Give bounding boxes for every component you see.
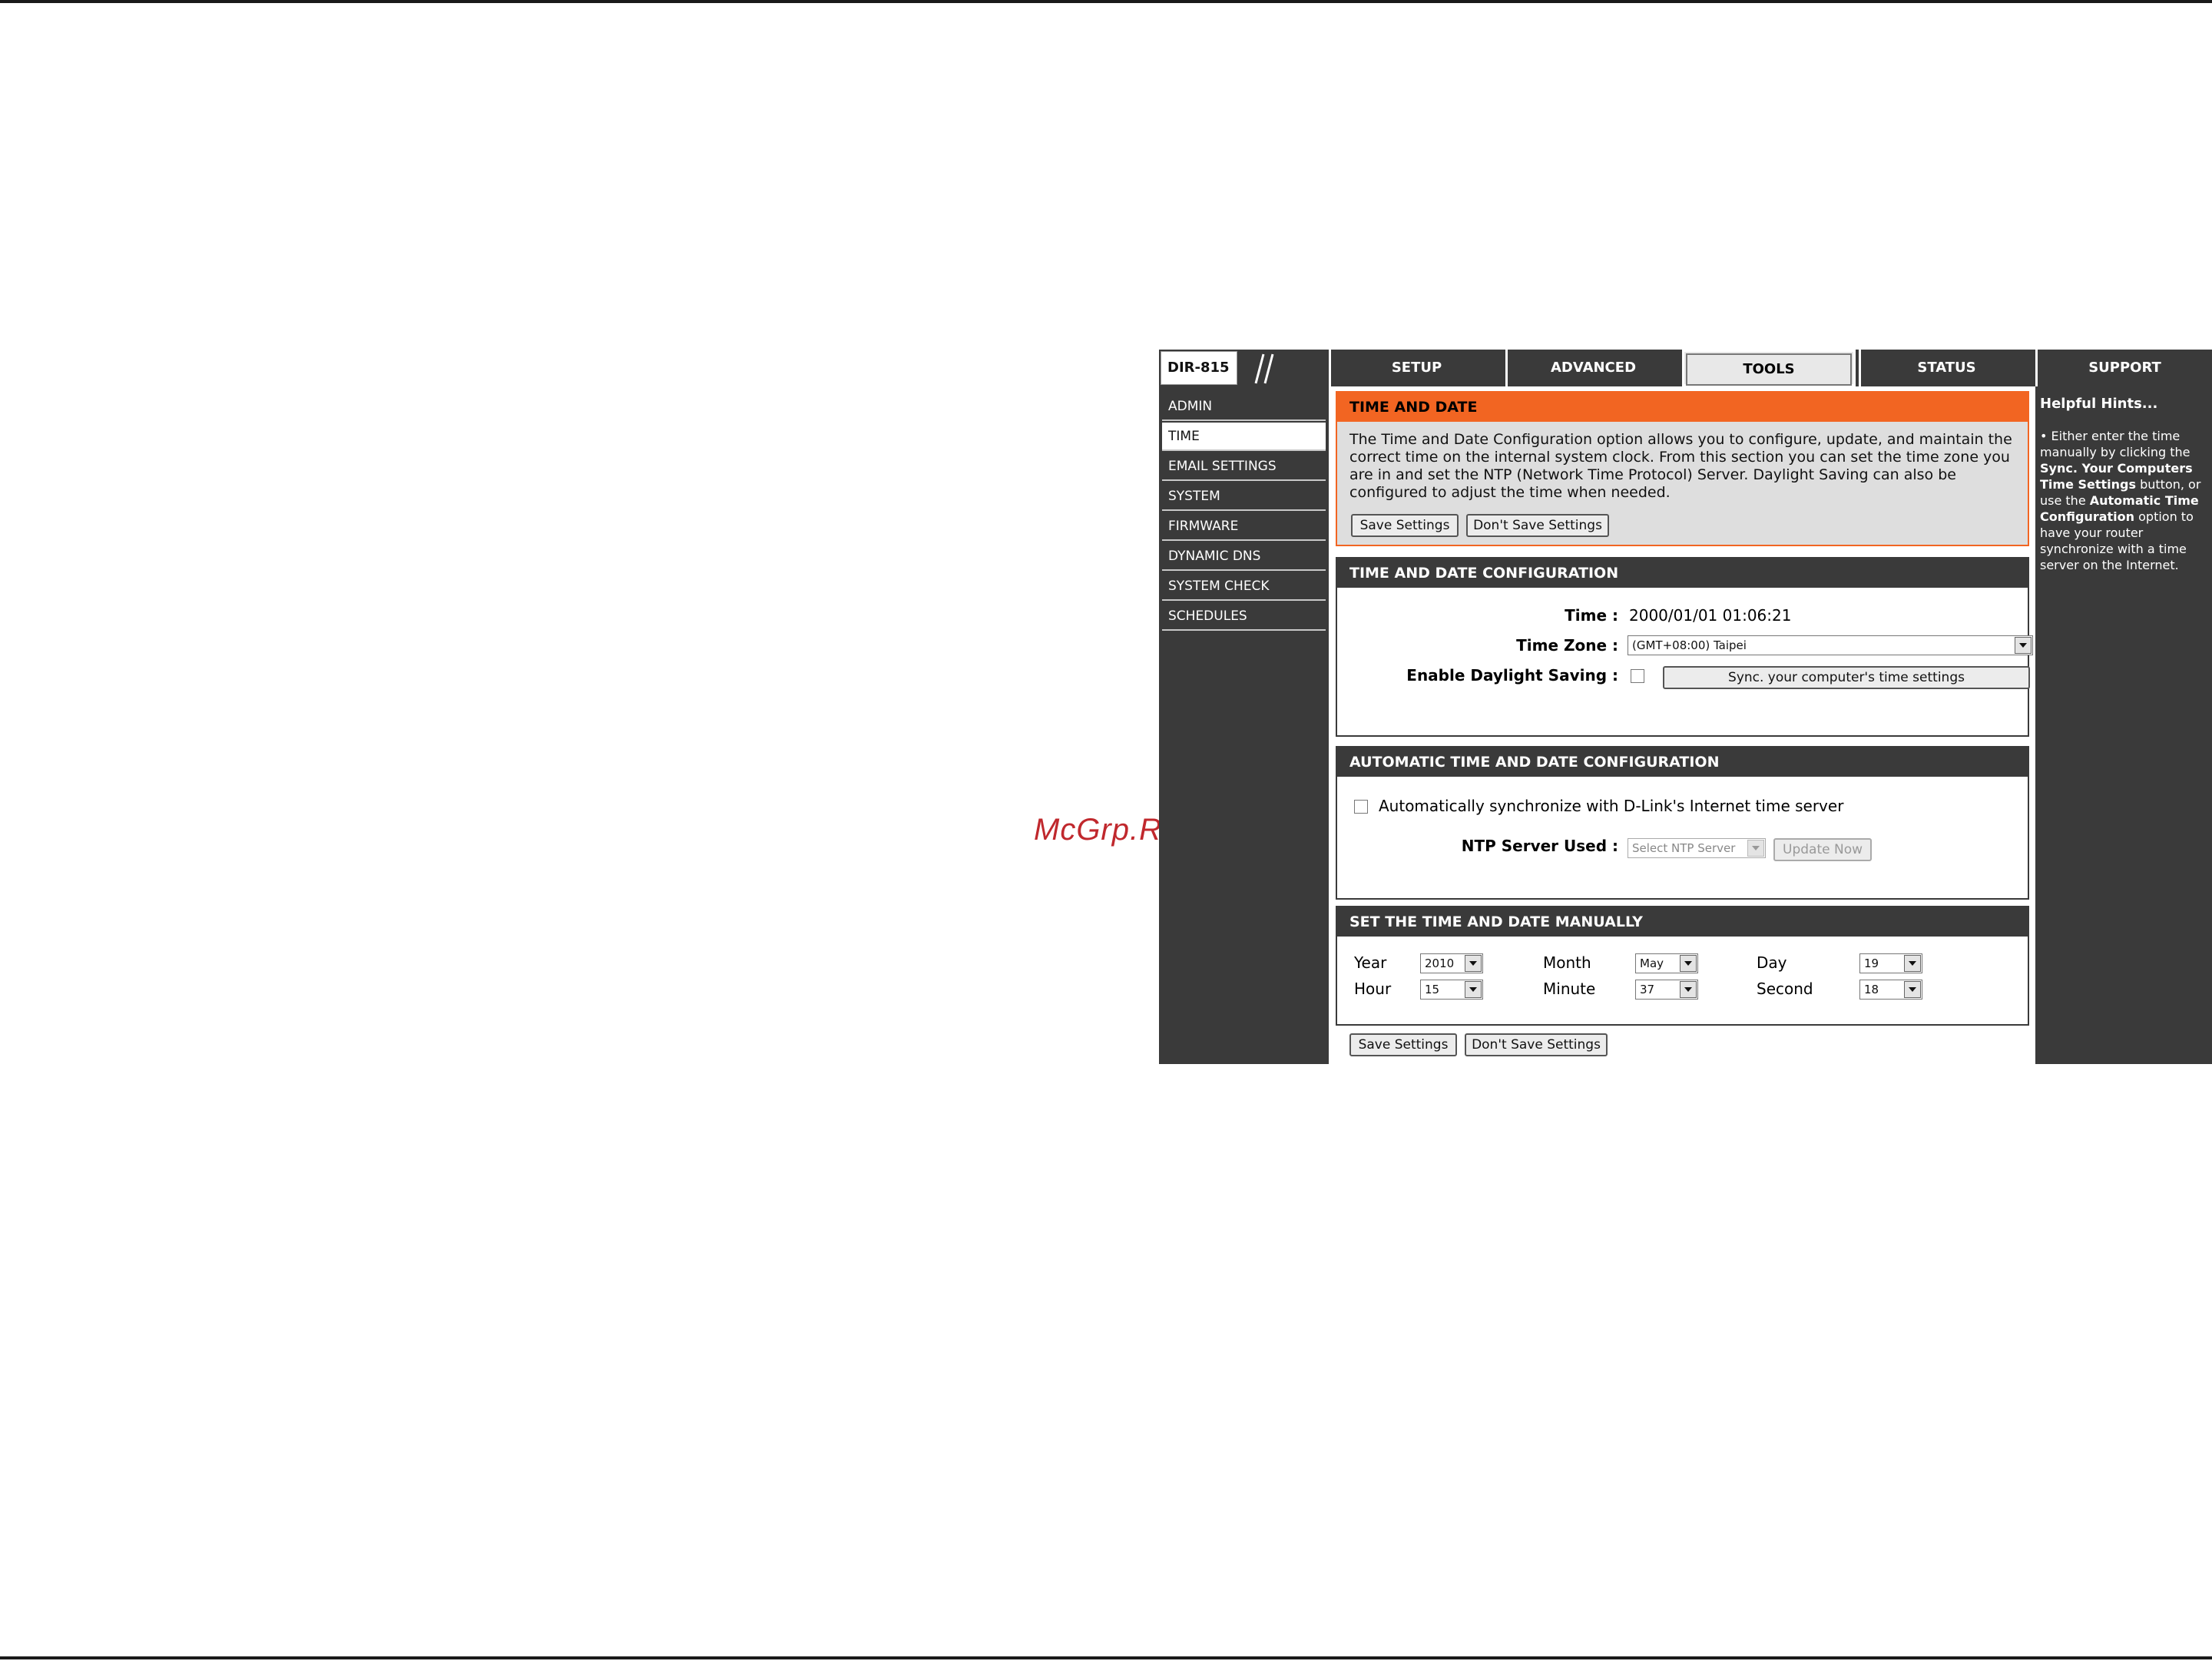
chevron-down-icon [1465,955,1482,972]
top-rule [0,0,2212,3]
footer-save-settings-button[interactable]: Save Settings [1349,1033,1457,1056]
brand-area: DIR-815 [1159,350,1329,386]
intro-title: TIME AND DATE [1337,393,2028,422]
watermark: McGrp.Ru [1034,813,1181,847]
tab-setup[interactable]: SETUP [1329,350,1502,386]
model-label: DIR-815 [1161,351,1237,385]
tab-label: ADVANCED [1550,360,1637,376]
chevron-down-icon [1904,981,1921,998]
main-content: TIME AND DATE The Time and Date Configur… [1333,386,2033,1064]
sidebar-item-dynamic-dns[interactable]: DYNAMIC DNS [1162,542,1326,571]
auto-sync-label: Automatically synchronize with D-Link's … [1379,797,1844,815]
hour-select[interactable]: 15 [1420,980,1483,1000]
tab-label: SUPPORT [2088,360,2161,376]
auto-sync-checkbox[interactable] [1354,800,1368,814]
hints-body: • Either enter the time manually by clic… [2040,428,2206,573]
hints-title: Helpful Hints... [2040,396,2158,412]
auto-time-panel: AUTOMATIC TIME AND DATE CONFIGURATION Au… [1336,746,2029,900]
brand-slash-icon [1254,353,1274,384]
minute-select[interactable]: 37 [1635,980,1698,1000]
top-navigation: DIR-815 SETUP ADVANCED TOOLS STATUS SUPP… [1159,350,2212,386]
manual-time-title: SET THE TIME AND DATE MANUALLY [1337,907,2028,937]
hints-text: Either enter the time manually by clicki… [2040,429,2190,459]
second-value: 18 [1864,983,1879,996]
month-label: Month [1543,953,1591,972]
auto-time-title: AUTOMATIC TIME AND DATE CONFIGURATION [1337,748,2028,777]
month-value: May [1640,956,1664,970]
daylight-saving-checkbox[interactable] [1631,669,1644,683]
tab-label: SETUP [1391,360,1442,376]
year-select[interactable]: 2010 [1420,953,1483,973]
tab-label: STATUS [1917,360,1976,376]
timezone-value: (GMT+08:00) Taipei [1632,638,1747,652]
timezone-label: Time Zone : [1516,636,1618,655]
daylight-saving-label: Enable Daylight Saving : [1406,666,1618,685]
chevron-down-icon [1904,955,1921,972]
minute-value: 37 [1640,983,1655,996]
footer-dont-save-settings-button[interactable]: Don't Save Settings [1465,1033,1608,1056]
month-select[interactable]: May [1635,953,1698,973]
day-label: Day [1757,953,1787,972]
timezone-select[interactable]: (GMT+08:00) Taipei [1628,635,2033,655]
router-admin-ui: DIR-815 SETUP ADVANCED TOOLS STATUS SUPP… [1159,350,2212,1064]
bottom-rule [0,1656,2212,1659]
time-config-title: TIME AND DATE CONFIGURATION [1337,559,2028,588]
intro-panel: TIME AND DATE The Time and Date Configur… [1336,391,2029,546]
sidebar-item-system-check[interactable]: SYSTEM CHECK [1162,572,1326,601]
minute-label: Minute [1543,980,1596,998]
year-label: Year [1354,953,1387,972]
hour-value: 15 [1425,983,1440,996]
tab-label: TOOLS [1686,353,1852,386]
sidebar-item-admin[interactable]: ADMIN [1162,393,1326,421]
day-value: 19 [1864,956,1879,970]
second-label: Second [1757,980,1813,998]
sidebar-item-email-settings[interactable]: EMAIL SETTINGS [1162,453,1326,481]
sidebar-item-time[interactable]: TIME [1162,423,1326,451]
intro-description: The Time and Date Configuration option a… [1349,431,2012,501]
ntp-server-placeholder: Select NTP Server [1632,841,1736,855]
chevron-down-icon [1680,955,1697,972]
sidebar: ADMIN TIME EMAIL SETTINGS SYSTEM FIRMWAR… [1159,386,1329,1064]
hour-label: Hour [1354,980,1392,998]
year-value: 2010 [1425,956,1455,970]
sync-time-button[interactable]: Sync. your computer's time settings [1663,666,2030,689]
save-settings-button[interactable]: Save Settings [1351,514,1459,537]
update-now-button[interactable]: Update Now [1773,838,1872,861]
sidebar-item-schedules[interactable]: SCHEDULES [1162,602,1326,631]
time-config-panel: TIME AND DATE CONFIGURATION Time : 2000/… [1336,557,2033,737]
tab-advanced[interactable]: ADVANCED [1505,350,1679,386]
chevron-down-icon [2015,637,2032,654]
helpful-hints-panel: Helpful Hints... • Either enter the time… [2035,386,2212,1064]
manual-time-panel: SET THE TIME AND DATE MANUALLY Year 2010… [1336,906,2029,1026]
ntp-server-select[interactable]: Select NTP Server [1628,838,1766,858]
ntp-server-label: NTP Server Used : [1461,837,1618,855]
tab-status[interactable]: STATUS [1859,350,2032,386]
second-select[interactable]: 18 [1859,980,1922,1000]
chevron-down-icon [1680,981,1697,998]
time-label: Time : [1565,606,1618,625]
tab-support[interactable]: SUPPORT [2035,350,2212,386]
chevron-down-icon [1465,981,1482,998]
chevron-down-icon [1747,840,1764,857]
dont-save-settings-button[interactable]: Don't Save Settings [1466,514,1609,537]
sidebar-item-system[interactable]: SYSTEM [1162,482,1326,511]
tab-tools[interactable]: TOOLS [1682,350,1856,386]
sidebar-item-firmware[interactable]: FIRMWARE [1162,512,1326,541]
time-value: 2000/01/01 01:06:21 [1629,606,1792,625]
day-select[interactable]: 19 [1859,953,1922,973]
